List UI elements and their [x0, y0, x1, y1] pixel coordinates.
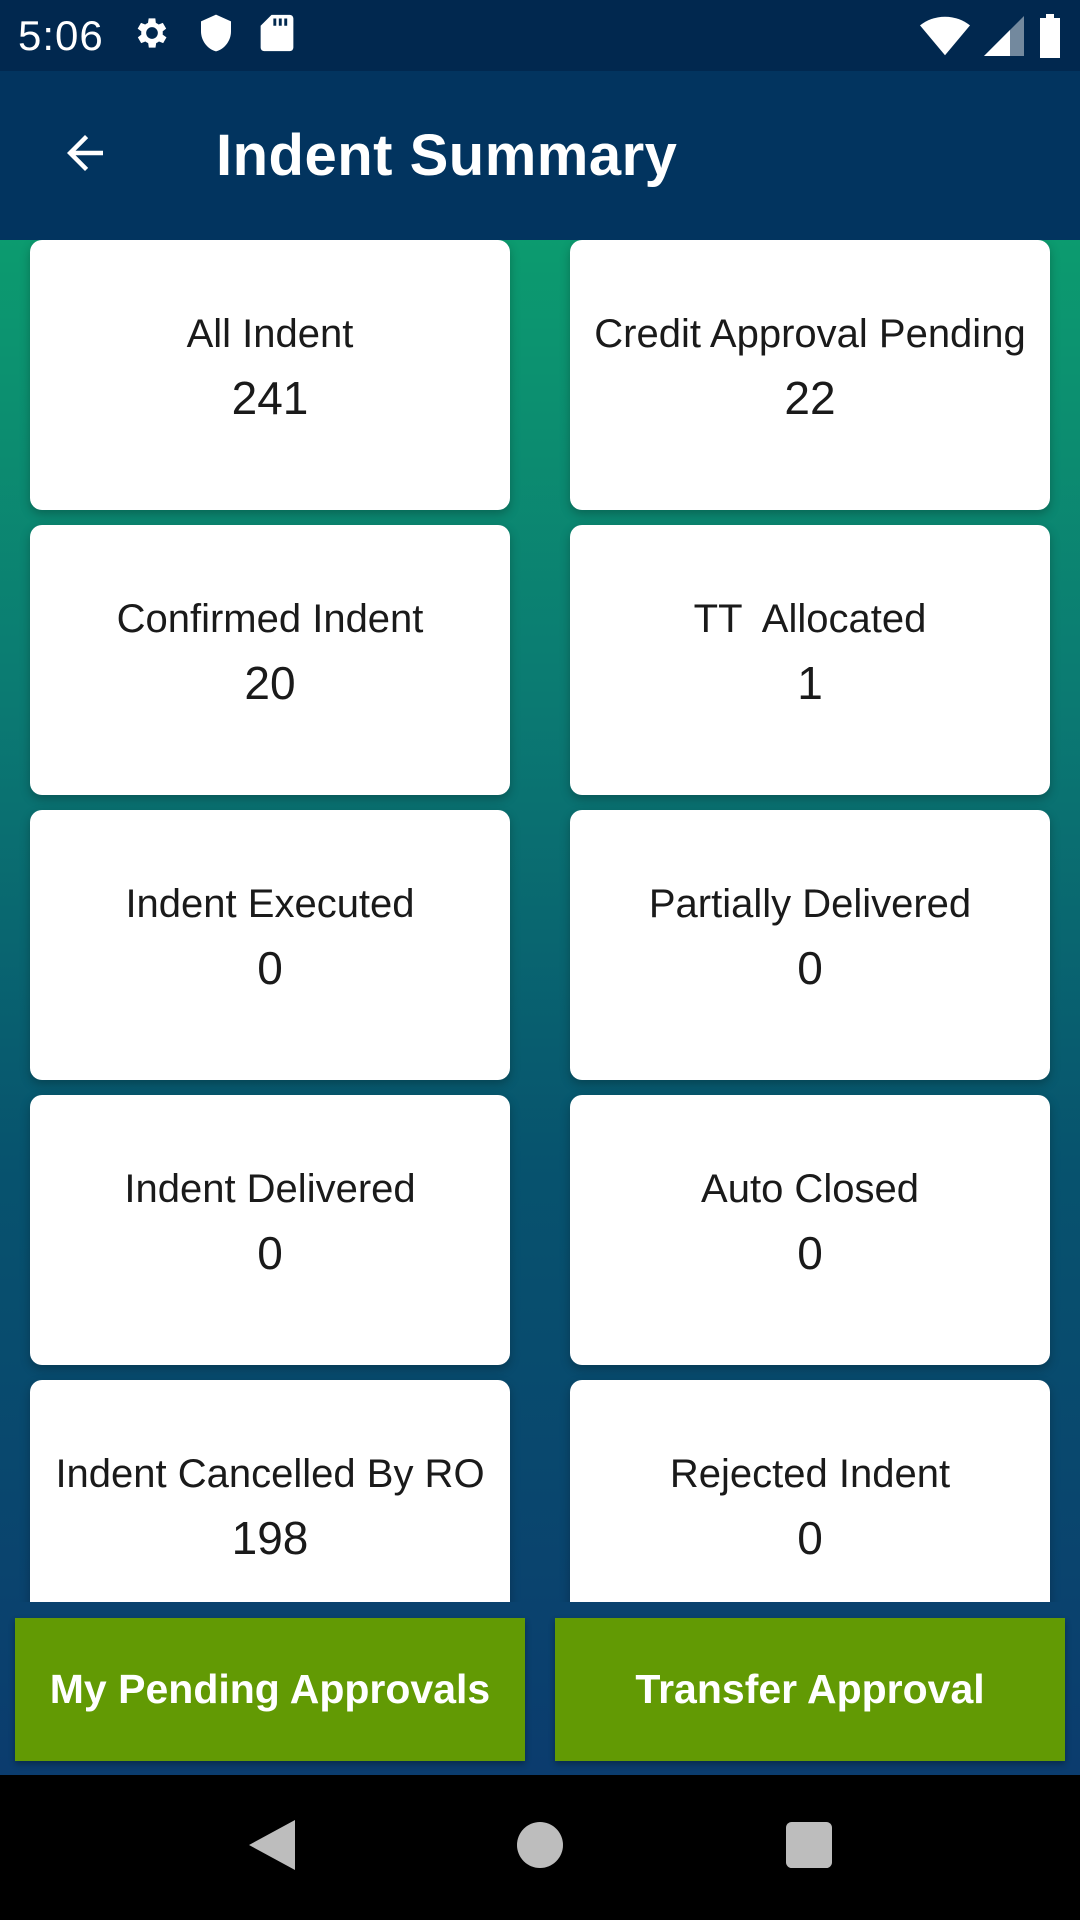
cell-signal-icon — [984, 16, 1024, 61]
arrow-back-icon — [58, 126, 112, 185]
card-rejected-indent[interactable]: Rejected Indent 0 — [570, 1380, 1050, 1602]
nav-back-button[interactable] — [240, 1815, 304, 1879]
card-count: 241 — [231, 372, 309, 424]
my-pending-approvals-button[interactable]: My Pending Approvals — [15, 1618, 525, 1761]
nav-recents-button[interactable] — [777, 1815, 841, 1879]
card-count: 0 — [797, 1227, 823, 1279]
transfer-approval-button[interactable]: Transfer Approval — [555, 1618, 1065, 1761]
card-auto-closed[interactable]: Auto Closed 0 — [570, 1095, 1050, 1365]
card-confirmed-indent[interactable]: Confirmed Indent 20 — [30, 525, 510, 795]
card-label: Partially Delivered — [648, 882, 972, 926]
card-count: 1 — [797, 657, 823, 709]
card-count: 0 — [257, 1227, 283, 1279]
card-count: 0 — [257, 942, 283, 994]
card-count: 20 — [244, 657, 296, 709]
card-count: 22 — [784, 372, 836, 424]
card-count: 0 — [797, 1512, 823, 1564]
recents-square-icon — [786, 1821, 832, 1873]
back-button[interactable] — [40, 111, 130, 201]
card-label: Confirmed Indent — [116, 597, 424, 641]
status-time: 5:06 — [18, 11, 104, 59]
card-tt-allocated[interactable]: TT Allocated 1 — [570, 525, 1050, 795]
sd-card-icon — [260, 13, 294, 58]
card-credit-approval-pending[interactable]: Credit Approval Pending 22 — [570, 240, 1050, 510]
card-label: Indent Delivered — [124, 1167, 416, 1211]
battery-icon — [1038, 14, 1062, 63]
card-count: 198 — [231, 1512, 309, 1564]
shield-icon — [198, 13, 234, 58]
card-partially-delivered[interactable]: Partially Delivered 0 — [570, 810, 1050, 1080]
card-count: 0 — [797, 942, 823, 994]
card-label: Rejected Indent — [669, 1452, 951, 1496]
wifi-icon — [920, 16, 970, 61]
card-label: Auto Closed — [701, 1167, 919, 1211]
page-title: Indent Summary — [216, 123, 678, 188]
summary-content: All Indent 241 Credit Approval Pending 2… — [0, 240, 1080, 1775]
status-icons-right — [920, 14, 1062, 63]
system-nav-bar — [0, 1775, 1080, 1920]
nav-home-button[interactable] — [508, 1815, 572, 1879]
status-icons-left — [132, 13, 294, 58]
card-indent-cancelled-by-ro[interactable]: Indent Cancelled By RO 198 — [30, 1380, 510, 1602]
card-label: All Indent — [186, 312, 354, 356]
summary-grid[interactable]: All Indent 241 Credit Approval Pending 2… — [0, 240, 1080, 1602]
card-label: Credit Approval Pending — [594, 312, 1026, 356]
card-indent-delivered[interactable]: Indent Delivered 0 — [30, 1095, 510, 1365]
back-triangle-icon — [249, 1819, 295, 1875]
card-indent-executed[interactable]: Indent Executed 0 — [30, 810, 510, 1080]
card-label: Indent Cancelled By RO — [55, 1452, 485, 1496]
card-all-indent[interactable]: All Indent 241 — [30, 240, 510, 510]
home-circle-icon — [517, 1821, 563, 1873]
card-label: TT Allocated — [693, 597, 927, 641]
gear-icon — [132, 13, 172, 58]
status-bar: 5:06 — [0, 0, 1080, 71]
app-bar: Indent Summary — [0, 71, 1080, 240]
card-label: Indent Executed — [125, 882, 415, 926]
